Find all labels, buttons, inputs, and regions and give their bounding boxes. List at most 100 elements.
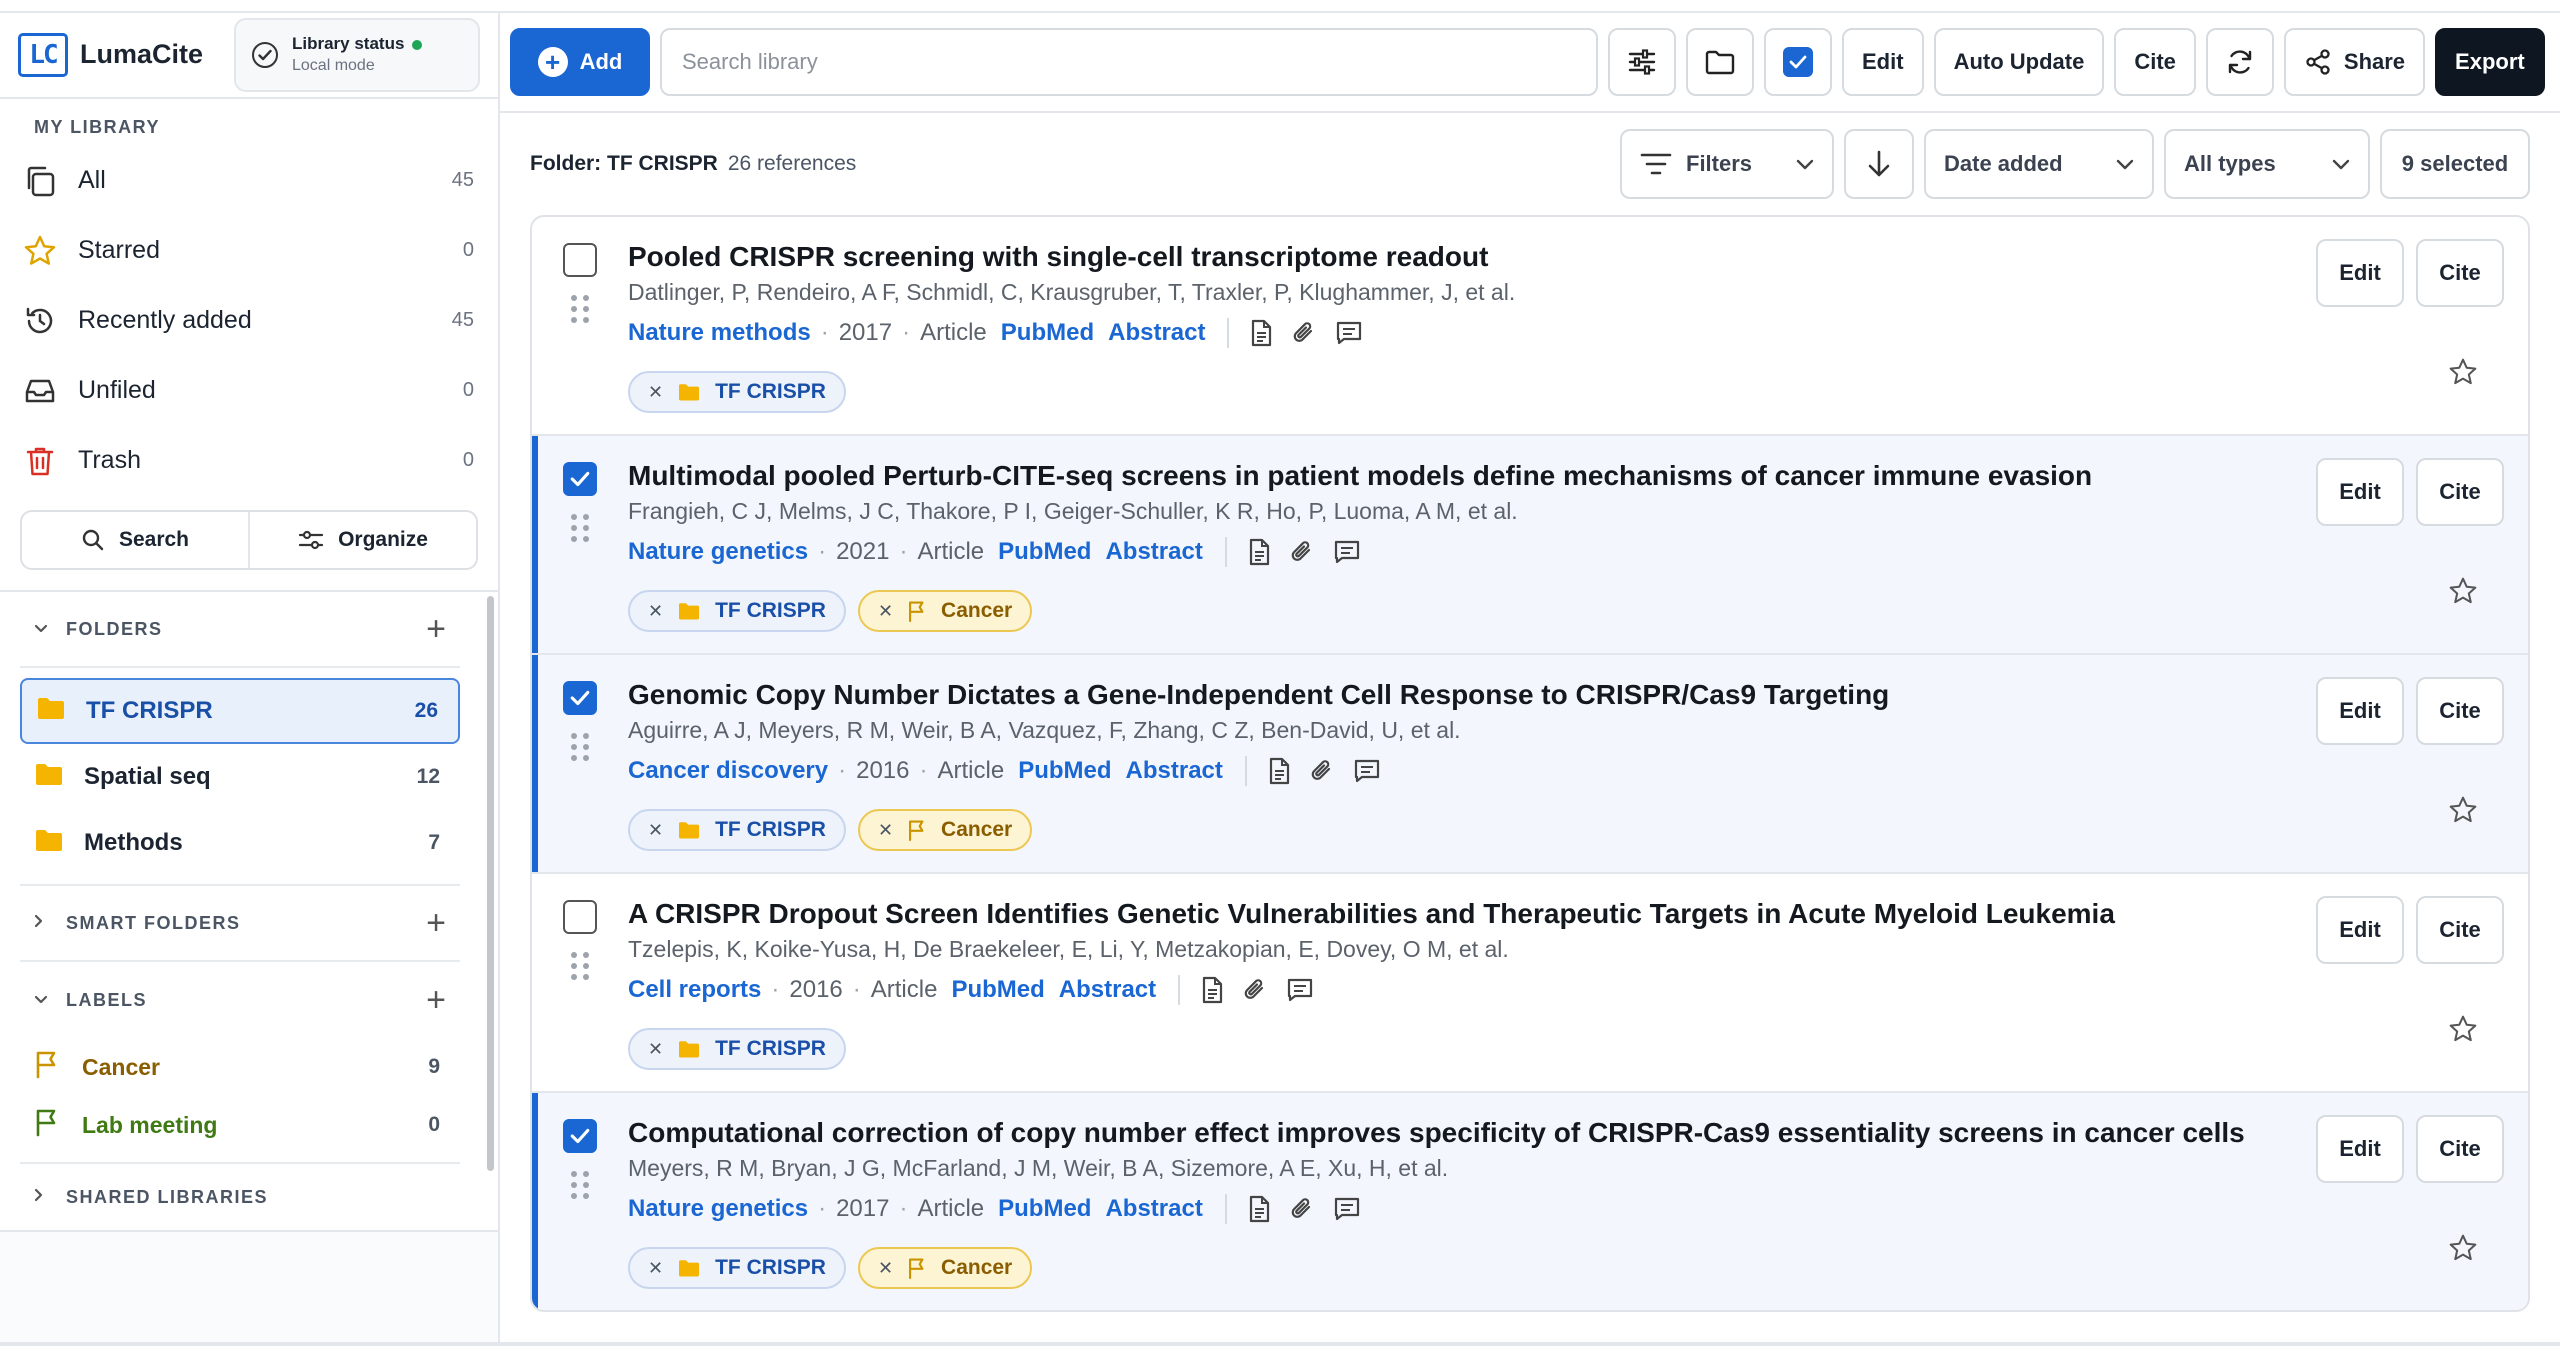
- folder-button[interactable]: [1686, 28, 1754, 96]
- close-icon[interactable]: ✕: [648, 1039, 663, 1060]
- sidebar-item-unfiled[interactable]: Unfiled 0: [22, 356, 474, 426]
- close-icon[interactable]: ✕: [878, 601, 893, 622]
- reference-title[interactable]: Computational correction of copy number …: [628, 1115, 2294, 1151]
- folder-item-methods[interactable]: Methods 7: [20, 810, 460, 876]
- folder-item-tf-crispr[interactable]: TF CRISPR 26: [20, 678, 460, 744]
- label-tag[interactable]: ✕ Cancer: [857, 590, 1033, 632]
- notes-icon[interactable]: [1353, 758, 1381, 784]
- close-icon[interactable]: ✕: [648, 382, 663, 403]
- label-item-lab-meeting[interactable]: Lab meeting 0: [20, 1096, 460, 1154]
- drag-handle-icon[interactable]: [571, 295, 589, 323]
- sidebar-item-trash[interactable]: Trash 0: [22, 426, 474, 496]
- paperclip-icon[interactable]: [1289, 1195, 1315, 1223]
- row-checkbox[interactable]: [563, 900, 597, 934]
- smart-folders-section-header[interactable]: SMART FOLDERS +: [20, 886, 460, 962]
- row-checkbox[interactable]: [563, 243, 597, 277]
- abstract-link[interactable]: Abstract: [1108, 317, 1205, 349]
- reference-row[interactable]: Pooled CRISPR screening with single-cell…: [532, 217, 2528, 436]
- search-input[interactable]: [660, 28, 1598, 96]
- filters-dropdown[interactable]: Filters: [1620, 129, 1834, 199]
- row-checkbox[interactable]: [563, 1119, 597, 1153]
- reference-title[interactable]: Genomic Copy Number Dictates a Gene-Inde…: [628, 677, 2294, 713]
- sidebar-item-all[interactable]: All 45: [22, 146, 474, 216]
- journal-link[interactable]: Cell reports: [628, 974, 761, 1006]
- reference-row[interactable]: Genomic Copy Number Dictates a Gene-Inde…: [532, 655, 2528, 874]
- labels-section-header[interactable]: LABELS +: [20, 962, 460, 1038]
- sidebar-scrollbar[interactable]: [487, 596, 494, 1171]
- notes-icon[interactable]: [1335, 320, 1363, 346]
- close-icon[interactable]: ✕: [648, 820, 663, 841]
- star-outline-icon[interactable]: [2448, 576, 2478, 611]
- export-button[interactable]: Export: [2435, 28, 2545, 96]
- row-cite-button[interactable]: Cite: [2416, 239, 2504, 307]
- close-icon[interactable]: ✕: [878, 1258, 893, 1279]
- document-icon[interactable]: [1247, 1195, 1271, 1223]
- sort-direction-button[interactable]: [1844, 129, 1914, 199]
- select-all-button[interactable]: [1764, 28, 1832, 96]
- document-icon[interactable]: [1247, 538, 1271, 566]
- star-outline-icon[interactable]: [2448, 357, 2478, 392]
- folder-item-spatial-seq[interactable]: Spatial seq 12: [20, 744, 460, 810]
- row-edit-button[interactable]: Edit: [2316, 896, 2404, 964]
- reference-title[interactable]: Multimodal pooled Perturb-CITE-seq scree…: [628, 458, 2294, 494]
- folder-tag[interactable]: ✕ TF CRISPR: [628, 1028, 846, 1070]
- filter-settings-button[interactable]: [1608, 28, 1676, 96]
- pubmed-link[interactable]: PubMed: [998, 536, 1091, 568]
- journal-link[interactable]: Nature genetics: [628, 536, 808, 568]
- app-logo[interactable]: LC LumaCite: [18, 32, 203, 77]
- row-cite-button[interactable]: Cite: [2416, 896, 2504, 964]
- add-smart-folder-icon[interactable]: +: [426, 906, 446, 940]
- sort-dropdown[interactable]: Date added: [1924, 129, 2154, 199]
- document-icon[interactable]: [1200, 976, 1224, 1004]
- paperclip-icon[interactable]: [1309, 757, 1335, 785]
- document-icon[interactable]: [1267, 757, 1291, 785]
- journal-link[interactable]: Nature methods: [628, 317, 811, 349]
- label-item-cancer[interactable]: Cancer 9: [20, 1038, 460, 1096]
- library-status-card[interactable]: Library status Local mode: [234, 17, 480, 92]
- abstract-link[interactable]: Abstract: [1126, 755, 1223, 787]
- drag-handle-icon[interactable]: [571, 514, 589, 542]
- folder-tag[interactable]: ✕ TF CRISPR: [628, 371, 846, 413]
- edit-button[interactable]: Edit: [1842, 28, 1924, 96]
- selected-count-badge[interactable]: 9 selected: [2380, 129, 2530, 199]
- sidebar-item-recently-added[interactable]: Recently added 45: [22, 286, 474, 356]
- row-cite-button[interactable]: Cite: [2416, 1115, 2504, 1183]
- row-checkbox[interactable]: [563, 681, 597, 715]
- reference-row[interactable]: Multimodal pooled Perturb-CITE-seq scree…: [532, 436, 2528, 655]
- pubmed-link[interactable]: PubMed: [1018, 755, 1111, 787]
- close-icon[interactable]: ✕: [878, 820, 893, 841]
- add-label-icon[interactable]: +: [426, 983, 446, 1017]
- drag-handle-icon[interactable]: [571, 1171, 589, 1199]
- row-cite-button[interactable]: Cite: [2416, 677, 2504, 745]
- sync-button[interactable]: [2205, 28, 2274, 96]
- paperclip-icon[interactable]: [1291, 319, 1317, 347]
- star-outline-icon[interactable]: [2448, 795, 2478, 830]
- reference-title[interactable]: A CRISPR Dropout Screen Identifies Genet…: [628, 896, 2294, 932]
- add-folder-icon[interactable]: +: [426, 612, 446, 646]
- notes-icon[interactable]: [1333, 539, 1361, 565]
- close-icon[interactable]: ✕: [648, 1258, 663, 1279]
- journal-link[interactable]: Nature genetics: [628, 1193, 808, 1225]
- label-tag[interactable]: ✕ Cancer: [857, 1247, 1033, 1289]
- notes-icon[interactable]: [1333, 1196, 1361, 1222]
- folder-tag[interactable]: ✕ TF CRISPR: [628, 1247, 846, 1289]
- shared-libraries-section-header[interactable]: SHARED LIBRARIES: [20, 1164, 460, 1230]
- sidebar-organize-button[interactable]: Organize: [250, 511, 476, 568]
- drag-handle-icon[interactable]: [571, 733, 589, 761]
- pubmed-link[interactable]: PubMed: [998, 1193, 1091, 1225]
- row-edit-button[interactable]: Edit: [2316, 239, 2404, 307]
- row-checkbox[interactable]: [563, 462, 597, 496]
- row-edit-button[interactable]: Edit: [2316, 1115, 2404, 1183]
- abstract-link[interactable]: Abstract: [1105, 1193, 1202, 1225]
- reference-title[interactable]: Pooled CRISPR screening with single-cell…: [628, 239, 2294, 275]
- paperclip-icon[interactable]: [1289, 538, 1315, 566]
- reference-row[interactable]: A CRISPR Dropout Screen Identifies Genet…: [532, 874, 2528, 1093]
- row-edit-button[interactable]: Edit: [2316, 677, 2404, 745]
- folder-tag[interactable]: ✕ TF CRISPR: [628, 590, 846, 632]
- share-button[interactable]: Share: [2283, 28, 2426, 96]
- folder-tag[interactable]: ✕ TF CRISPR: [628, 809, 846, 851]
- add-button[interactable]: + Add: [510, 28, 650, 96]
- label-tag[interactable]: ✕ Cancer: [857, 809, 1033, 851]
- row-cite-button[interactable]: Cite: [2416, 458, 2504, 526]
- notes-icon[interactable]: [1286, 977, 1314, 1003]
